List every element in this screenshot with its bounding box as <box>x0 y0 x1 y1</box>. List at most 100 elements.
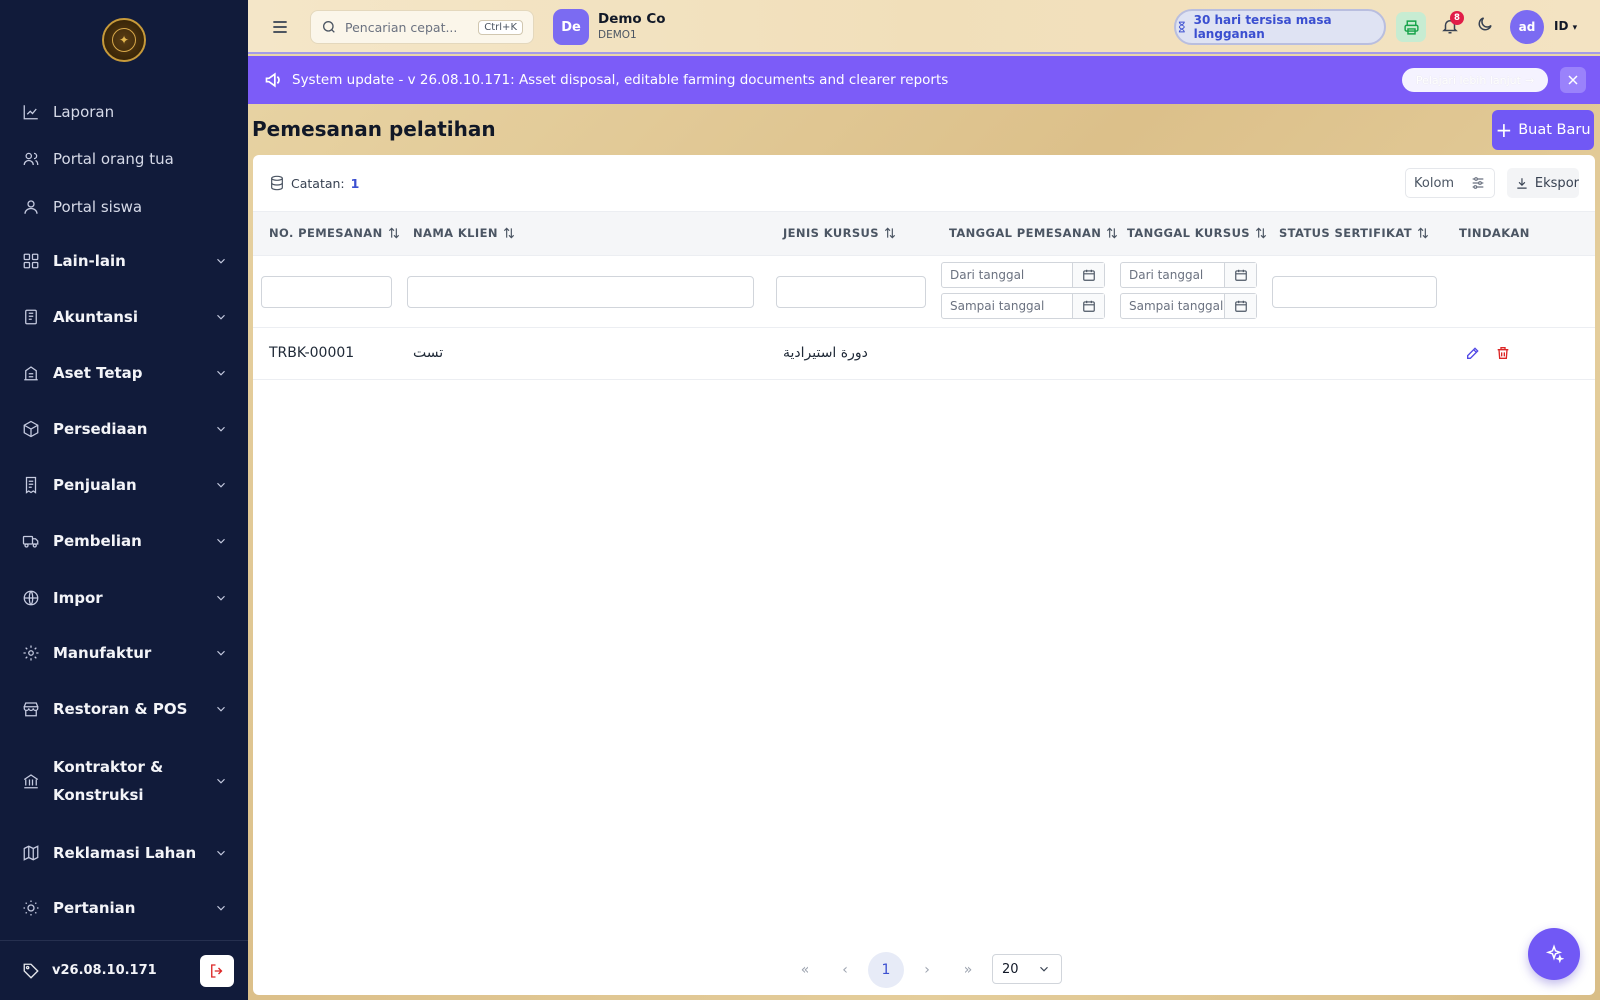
sidebar-group-aset-tetap[interactable]: Aset Tetap <box>0 358 248 388</box>
bookings-table-card: Catatan: 1 Kolom Ekspor NO. PEMESANAN NA… <box>253 155 1595 995</box>
column-header-booking-no[interactable]: NO. PEMESANAN <box>269 226 401 240</box>
sidebar: ✦ Laporan Portal orang tua Portal siswa … <box>0 0 248 1000</box>
export-label: Ekspor <box>1534 175 1579 191</box>
calendar-icon[interactable] <box>1224 263 1256 287</box>
column-header-booking-date[interactable]: TANGGAL PEMESANAN <box>949 226 1119 240</box>
sidebar-group-lain-lain[interactable]: Lain-lain <box>0 246 248 276</box>
logout-button[interactable] <box>200 954 234 987</box>
language-code: ID <box>1554 19 1569 33</box>
cell-booking-no[interactable]: TRBK-00001 <box>269 345 354 361</box>
search-icon <box>323 21 335 33</box>
sidebar-item-label: Portal siswa <box>53 198 143 216</box>
sidebar-group-impor[interactable]: Impor <box>0 583 248 613</box>
sidebar-group-reklamasi-lahan[interactable]: Reklamasi Lahan <box>0 838 248 868</box>
sort-icon <box>884 227 896 239</box>
chevron-down-icon <box>214 422 228 436</box>
quick-search-input[interactable]: Pencarian cepat... Ctrl+K <box>310 10 534 44</box>
filter-certificate-status-input[interactable] <box>1272 276 1437 308</box>
delete-button[interactable] <box>1495 345 1511 361</box>
chevron-left-icon: ‹ <box>842 962 848 978</box>
column-header-label: TINDAKAN <box>1459 226 1530 240</box>
last-page-button[interactable]: » <box>950 952 986 988</box>
announcement-text: System update - v 26.08.10.171: Asset di… <box>292 72 949 88</box>
first-page-button[interactable]: « <box>787 952 823 988</box>
sparkles-icon <box>1545 944 1564 964</box>
sidebar-item-portal-orang-tua[interactable]: Portal orang tua <box>0 145 248 173</box>
next-page-button[interactable]: › <box>909 952 945 988</box>
calendar-icon[interactable] <box>1072 263 1104 287</box>
bank-icon <box>22 772 40 790</box>
chevron-down-icon <box>1040 966 1048 972</box>
moon-icon <box>1478 17 1492 31</box>
company-code: DEMO1 <box>598 29 637 41</box>
sidebar-group-restoran-pos[interactable]: Restoran & POS <box>0 694 248 724</box>
menu-toggle-button[interactable] <box>270 17 290 37</box>
filter-booking-date-from[interactable]: Dari tanggal <box>941 262 1105 288</box>
column-header-label: NAMA KLIEN <box>413 226 498 240</box>
company-avatar[interactable]: De <box>553 9 589 45</box>
user-avatar[interactable]: ad <box>1510 10 1544 44</box>
filter-course-date-from[interactable]: Dari tanggal <box>1120 262 1257 288</box>
printer-button[interactable] <box>1396 12 1426 42</box>
grid-icon <box>22 252 40 270</box>
column-header-course-date[interactable]: TANGGAL KURSUS <box>1127 226 1268 240</box>
pencil-icon <box>1467 347 1479 359</box>
columns-button[interactable]: Kolom <box>1405 168 1495 198</box>
prev-page-button[interactable]: ‹ <box>827 952 863 988</box>
create-new-button[interactable]: + Buat Baru <box>1492 110 1594 150</box>
learn-more-button[interactable]: Pelajari lebih lanjut → <box>1402 68 1548 92</box>
page-size-select[interactable]: 20 <box>992 954 1062 984</box>
users-icon <box>22 150 40 168</box>
sidebar-group-akuntansi[interactable]: Akuntansi <box>0 302 248 332</box>
theme-toggle-button[interactable] <box>1476 15 1500 39</box>
download-icon <box>1517 177 1527 189</box>
filter-booking-date-to[interactable]: Sampai tanggal <box>941 293 1105 319</box>
topbar: Pencarian cepat... Ctrl+K De Demo Co DEM… <box>248 0 1600 54</box>
chevron-down-icon: ▾ <box>1572 23 1578 33</box>
sidebar-group-persediaan[interactable]: Persediaan <box>0 414 248 444</box>
date-to-placeholder: Sampai tanggal <box>1129 299 1224 313</box>
column-header-certificate-status[interactable]: STATUS SERTIFIKAT <box>1279 226 1430 240</box>
filter-booking-no-input[interactable] <box>261 276 392 308</box>
sidebar-group-manufaktur[interactable]: Manufaktur <box>0 638 248 668</box>
ledger-icon <box>22 308 40 326</box>
chevron-down-icon <box>214 310 228 324</box>
printer-icon <box>1403 19 1419 35</box>
column-header-client[interactable]: NAMA KLIEN <box>413 226 516 240</box>
sort-icon <box>1417 227 1429 239</box>
trash-icon <box>1497 347 1509 359</box>
calendar-icon[interactable] <box>1072 294 1104 318</box>
export-button[interactable]: Ekspor <box>1507 168 1579 198</box>
calendar-icon[interactable] <box>1224 294 1256 318</box>
create-new-label: Buat Baru <box>1518 122 1591 138</box>
date-to-placeholder: Sampai tanggal <box>950 299 1045 313</box>
table-row[interactable]: TRBK-00001 تست دورة استيرادية <box>253 328 1595 380</box>
filter-course-date-to[interactable]: Sampai tanggal <box>1120 293 1257 319</box>
language-selector[interactable]: ID ▾ <box>1554 19 1577 33</box>
sliders-icon <box>1472 177 1484 189</box>
company-logo[interactable]: ✦ <box>102 18 146 62</box>
subscription-status-button[interactable]: 30 hari tersisa masa langganan <box>1174 9 1386 45</box>
chevron-down-icon <box>214 846 228 860</box>
date-from-placeholder: Dari tanggal <box>1129 268 1204 282</box>
company-name[interactable]: Demo Co <box>598 11 666 27</box>
column-header-course-type[interactable]: JENIS KURSUS <box>783 226 897 240</box>
logo-emblem-icon: ✦ <box>112 28 136 52</box>
date-from-placeholder: Dari tanggal <box>950 268 1025 282</box>
column-header-label: JENIS KURSUS <box>783 226 879 240</box>
page-number-button[interactable]: 1 <box>868 952 904 988</box>
records-number: 1 <box>350 175 360 191</box>
sidebar-item-portal-siswa[interactable]: Portal siswa <box>0 193 248 221</box>
ai-assistant-button[interactable] <box>1528 928 1580 980</box>
table-toolbar: Catatan: 1 <box>253 155 1595 211</box>
sidebar-group-penjualan[interactable]: Penjualan <box>0 470 248 500</box>
edit-button[interactable] <box>1465 345 1481 361</box>
sidebar-group-pembelian[interactable]: Pembelian <box>0 526 248 556</box>
filter-course-type-input[interactable] <box>776 276 926 308</box>
sidebar-item-laporan[interactable]: Laporan <box>0 98 248 126</box>
filter-client-input[interactable] <box>407 276 754 308</box>
sidebar-group-pertanian[interactable]: Pertanian <box>0 893 248 923</box>
plus-icon: + <box>1495 118 1513 142</box>
sidebar-group-kontraktor-konstruksi[interactable]: Kontraktor & Konstruksi <box>0 752 248 810</box>
close-announcement-button[interactable] <box>1560 67 1586 93</box>
